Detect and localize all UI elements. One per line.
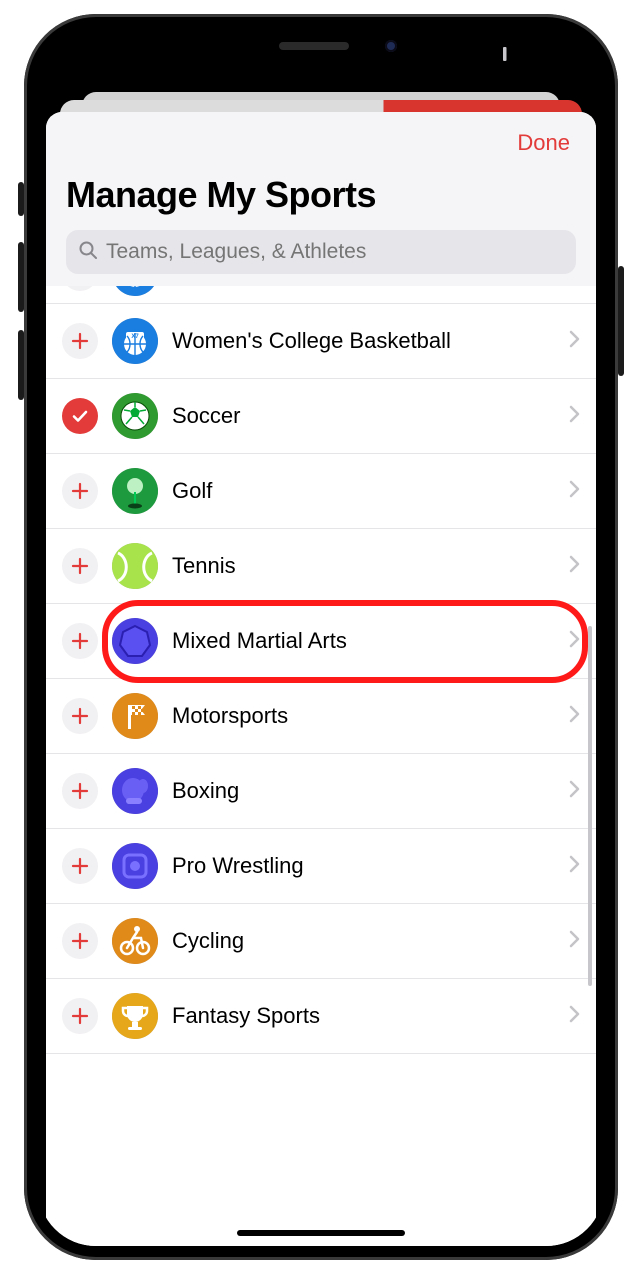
sport-icon	[112, 693, 158, 739]
add-sport-button[interactable]	[62, 323, 98, 359]
chevron-right-icon[interactable]	[568, 480, 580, 503]
sport-label: Soccer	[172, 403, 554, 429]
sport-label: Mixed Martial Arts	[172, 628, 554, 654]
add-sport-button[interactable]	[62, 698, 98, 734]
power-button	[618, 266, 624, 376]
add-sport-button[interactable]	[62, 773, 98, 809]
sports-list[interactable]: X7Men's College BasketballX7Women's Coll…	[46, 286, 596, 1246]
sport-row[interactable]: Cycling	[46, 904, 596, 979]
earpiece-speaker	[279, 42, 349, 50]
add-sport-button[interactable]	[62, 286, 98, 291]
sport-icon	[112, 618, 158, 664]
sport-label: Pro Wrestling	[172, 853, 554, 879]
add-sport-button[interactable]	[62, 848, 98, 884]
chevron-right-icon[interactable]	[568, 555, 580, 578]
sport-icon	[112, 543, 158, 589]
chevron-right-icon[interactable]	[568, 1005, 580, 1028]
scroll-indicator	[588, 626, 592, 986]
search-icon	[78, 240, 98, 265]
search-input[interactable]	[106, 240, 564, 264]
add-sport-button[interactable]	[62, 548, 98, 584]
sport-row[interactable]: Motorsports	[46, 679, 596, 754]
add-sport-button[interactable]	[62, 923, 98, 959]
chevron-right-icon[interactable]	[568, 405, 580, 428]
cellular-icon	[488, 47, 510, 66]
add-sport-button[interactable]	[62, 998, 98, 1034]
sport-row[interactable]: Golf	[46, 454, 596, 529]
add-sport-button[interactable]	[62, 473, 98, 509]
sport-icon	[112, 918, 158, 964]
chevron-right-icon[interactable]	[568, 855, 580, 878]
status-indicators	[488, 46, 576, 67]
battery-icon	[544, 47, 576, 66]
sport-label: Cycling	[172, 928, 554, 954]
sport-row[interactable]: X7 Women's College Basketball	[46, 304, 596, 379]
sport-label: Tennis	[172, 553, 554, 579]
sheet-header: Done Manage My Sports	[46, 112, 596, 286]
page-title: Manage My Sports	[66, 172, 576, 230]
wifi-icon	[516, 46, 538, 67]
sport-label: Motorsports	[172, 703, 554, 729]
sport-row[interactable]: X7Men's College Basketball	[46, 286, 596, 304]
chevron-right-icon[interactable]	[568, 930, 580, 953]
chevron-right-icon[interactable]	[568, 705, 580, 728]
sport-label: Boxing	[172, 778, 554, 804]
search-field[interactable]	[66, 230, 576, 274]
done-button[interactable]: Done	[517, 130, 570, 156]
sport-row[interactable]: Mixed Martial Arts	[46, 604, 596, 679]
selected-check-button[interactable]	[62, 398, 98, 434]
sport-icon: X7	[112, 286, 158, 296]
sport-row[interactable]: Pro Wrestling	[46, 829, 596, 904]
phone-frame: 1:43	[24, 14, 618, 1260]
sport-label: Fantasy Sports	[172, 1003, 554, 1029]
mute-switch	[18, 182, 24, 216]
add-sport-button[interactable]	[62, 623, 98, 659]
sport-row[interactable]: Soccer	[46, 379, 596, 454]
sport-row[interactable]: Boxing	[46, 754, 596, 829]
sport-icon	[112, 768, 158, 814]
sport-icon	[112, 468, 158, 514]
sport-icon	[112, 393, 158, 439]
sport-icon: X7	[112, 318, 158, 364]
chevron-right-icon[interactable]	[568, 780, 580, 803]
sport-icon	[112, 993, 158, 1039]
front-camera	[385, 40, 397, 52]
chevron-right-icon[interactable]	[568, 330, 580, 353]
volume-down-button	[18, 330, 24, 400]
status-time: 1:43	[72, 45, 114, 68]
volume-up-button	[18, 242, 24, 312]
chevron-right-icon[interactable]	[568, 630, 580, 653]
manage-sports-sheet: Done Manage My Sports X7M	[46, 112, 596, 1246]
notch	[207, 28, 435, 62]
home-indicator[interactable]	[237, 1230, 405, 1236]
sport-row[interactable]: Fantasy Sports	[46, 979, 596, 1054]
screen: 1:43	[38, 28, 604, 1246]
sport-row[interactable]: Tennis	[46, 529, 596, 604]
sport-label: Golf	[172, 478, 554, 504]
sport-label: Women's College Basketball	[172, 328, 554, 354]
sport-icon	[112, 843, 158, 889]
